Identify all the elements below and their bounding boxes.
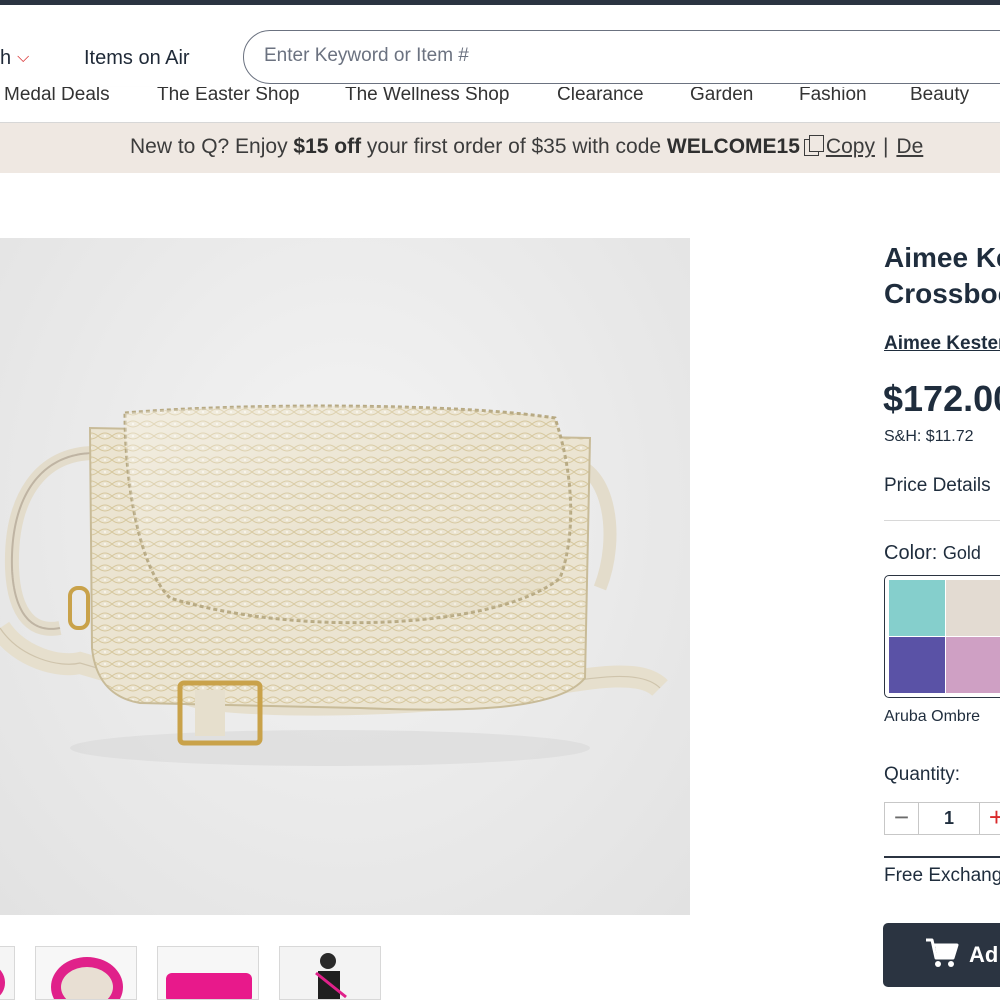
swatch-aqua xyxy=(889,580,945,636)
thumbnail-image xyxy=(158,947,258,999)
add-to-cart-button[interactable]: Ad xyxy=(883,923,1000,987)
thumbnail-image xyxy=(280,947,380,999)
promo-banner: New to Q? Enjoy $15 off your first order… xyxy=(0,123,1000,173)
category-nav-item[interactable]: Fashion xyxy=(799,87,867,106)
color-label-text: Color: xyxy=(884,542,938,564)
thumbnail-image xyxy=(0,947,14,999)
price-details-toggle[interactable]: Price Details xyxy=(884,475,991,497)
search-bar xyxy=(243,30,1000,84)
quantity-decrease-button[interactable]: − xyxy=(885,803,919,834)
swatch-name: Aruba Ombre xyxy=(884,708,981,725)
thumbnail[interactable] xyxy=(157,946,259,1000)
search-input[interactable] xyxy=(264,45,964,67)
chevron-down-icon: ⌵ xyxy=(17,49,30,66)
brand-link[interactable]: Aimee Kester xyxy=(884,333,1000,355)
quantity-value[interactable]: 1 xyxy=(920,803,978,834)
shipping-handling: S&H: $11.72 xyxy=(884,428,974,445)
details-link[interactable]: De xyxy=(896,135,923,158)
product-title: Aimee Ke Crossboc xyxy=(884,240,1000,312)
quantity-label: Quantity: xyxy=(884,764,961,785)
swatch-violet xyxy=(889,637,945,693)
promo-separator: | xyxy=(882,135,889,158)
color-swatch-selected[interactable] xyxy=(884,575,1000,698)
promo-discount: $15 off xyxy=(293,135,362,158)
color-label: Color: Gold xyxy=(884,542,981,565)
quantity-stepper: − 1 + xyxy=(884,802,1000,835)
free-exchange-info[interactable]: Free Exchang xyxy=(884,865,1000,887)
product-price: $172.00 xyxy=(883,378,1000,419)
category-nav-item[interactable]: Beauty xyxy=(910,87,969,106)
promo-prefix: New to Q? Enjoy xyxy=(130,135,294,158)
promo-text: New to Q? Enjoy $15 off your first order… xyxy=(130,135,923,159)
promo-code: WELCOME15 xyxy=(666,135,800,158)
thumbnail[interactable] xyxy=(35,946,137,1000)
color-value: Gold xyxy=(942,543,981,563)
shopping-cart-icon xyxy=(926,938,959,967)
copy-icon[interactable] xyxy=(803,135,824,156)
divider xyxy=(884,856,1000,858)
swatch-orchid xyxy=(946,637,1000,693)
items-on-air-link[interactable]: Items on Air xyxy=(84,47,190,70)
add-to-cart-label: Ad xyxy=(969,942,999,967)
category-nav-item[interactable]: The Wellness Shop xyxy=(345,87,509,106)
thumbnail[interactable] xyxy=(279,946,381,1000)
swatch-sand xyxy=(946,580,1000,636)
category-nav-item[interactable]: Clearance xyxy=(557,87,644,106)
shop-nav-label: h xyxy=(0,47,12,69)
shop-nav-dropdown[interactable]: h ⌵ xyxy=(0,47,29,70)
promo-middle: your first order of $35 with code xyxy=(361,135,667,158)
thumbnail[interactable] xyxy=(0,946,15,1000)
product-title-line: Aimee Ke xyxy=(884,242,1000,273)
crossbody-bag-image xyxy=(0,404,668,766)
category-nav-item[interactable]: The Easter Shop xyxy=(157,87,300,106)
copy-code-link[interactable]: Copy xyxy=(826,135,875,158)
product-main-image[interactable] xyxy=(0,238,690,915)
quantity-increase-button[interactable]: + xyxy=(979,803,1000,834)
category-nav-item[interactable]: Garden xyxy=(690,87,753,106)
category-nav-item[interactable]: Medal Deals xyxy=(4,87,110,106)
thumbnail-strip xyxy=(0,946,690,1000)
category-nav: Medal Deals The Easter Shop The Wellness… xyxy=(0,87,1000,123)
site-header: h ⌵ Items on Air xyxy=(0,5,1000,87)
divider xyxy=(884,520,1000,521)
product-title-line: Crossboc xyxy=(884,278,1000,309)
thumbnail-image xyxy=(36,947,136,999)
